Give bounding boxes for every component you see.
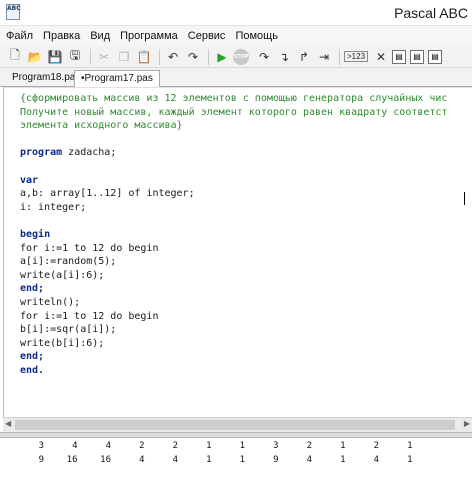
code-line: end. <box>20 365 45 376</box>
output-value: 16 <box>66 455 78 465</box>
save-all-icon[interactable]: 🖫 <box>66 48 84 66</box>
undo-icon[interactable]: ↶ <box>164 48 182 66</box>
step-out-icon[interactable]: ↱ <box>295 48 313 66</box>
toolbar-divider <box>90 48 91 65</box>
output-value: 4 <box>306 455 312 465</box>
output-value: 4 <box>105 441 111 451</box>
output-value: 2 <box>172 441 178 451</box>
menu-help[interactable]: Помощь <box>235 30 278 42</box>
output-value: 1 <box>407 441 413 451</box>
output-value: 1 <box>239 441 245 451</box>
redo-icon[interactable]: ↷ <box>184 48 202 66</box>
paste-icon[interactable]: 📋 <box>135 48 153 66</box>
output-value: 1 <box>340 455 346 465</box>
run-icon[interactable]: ▶ <box>213 48 231 66</box>
title-bar: ABC Pascal ABC <box>0 0 472 26</box>
menu-bar: Файл Правка Вид Программа Сервис Помощь <box>0 26 472 46</box>
code-line: for i:=1 to 12 do begin <box>20 242 159 254</box>
code-line: program zadacha; <box>20 147 117 159</box>
scroll-left-icon[interactable]: ◀ <box>5 419 11 428</box>
toolbar-divider <box>339 48 340 65</box>
clear-icon[interactable]: ✕ <box>372 48 390 66</box>
tab-program17[interactable]: •Program17.pas <box>74 70 160 87</box>
output-value: 9 <box>273 455 279 465</box>
step-over-icon[interactable]: ↷ <box>255 48 273 66</box>
menu-service[interactable]: Сервис <box>188 30 226 42</box>
option-icon[interactable]: ▤ <box>392 49 407 64</box>
output-value: 1 <box>340 441 346 451</box>
toolbar-divider <box>208 48 209 65</box>
new-file-icon[interactable]: 🗋 <box>6 48 24 66</box>
output-value: 4 <box>172 455 178 465</box>
code-line: {сформировать массив из 12 элементов с п… <box>20 93 448 104</box>
step-into-icon[interactable]: ↴ <box>275 48 293 66</box>
code-line: begin <box>20 229 51 240</box>
output-value: 4 <box>373 455 379 465</box>
output-value: 3 <box>38 441 44 451</box>
code-line: b[i]:=sqr(a[i]); <box>20 324 117 336</box>
code-line: var <box>20 174 39 186</box>
output-value: 4 <box>72 441 78 451</box>
code-line: a[i]:=random(5); <box>20 256 117 268</box>
stop-icon[interactable]: STOP <box>233 48 249 65</box>
code-editor[interactable]: {сформировать массив из 12 элементов с п… <box>3 87 472 417</box>
output-value: 4 <box>139 455 145 465</box>
scrollbar-thumb[interactable] <box>15 420 455 430</box>
app-logo-icon: ABC <box>6 4 21 20</box>
output-panel: 3 4 4 2 2 1 1 3 2 1 2 1 9 16 16 4 4 1 1 9 4 1 4 1 <box>0 438 472 480</box>
output-value: 1 <box>239 455 245 465</box>
toolbar: 🗋 📂 💾 🖫 ✂ ❐ 📋 ↶ ↷ ▶ STOP ↷ ↴ ↱ ⇥ >123 ✕ … <box>0 46 472 68</box>
save-icon[interactable]: 💾 <box>46 48 64 66</box>
output-value: 9 <box>38 455 44 465</box>
code-line: элемента исходного массива} <box>20 120 183 132</box>
text-cursor <box>464 192 465 205</box>
menu-file[interactable]: Файл <box>6 30 33 42</box>
menu-program[interactable]: Программа <box>120 30 178 42</box>
output-value: 1 <box>206 455 212 465</box>
output-value: 16 <box>100 455 111 465</box>
code-line: i: integer; <box>20 201 87 213</box>
menu-view[interactable]: Вид <box>90 30 110 42</box>
code-line: write(a[i]:6); <box>20 269 105 281</box>
output-value: 3 <box>273 441 279 451</box>
option-icon[interactable]: ▤ <box>428 49 443 64</box>
code-line: end; <box>20 283 45 295</box>
scroll-right-icon[interactable]: ▶ <box>464 419 470 428</box>
toolbar-divider <box>159 48 160 65</box>
window-title: Pascal ABC <box>394 5 468 21</box>
code-line: writeln(); <box>20 297 81 308</box>
output-value: 2 <box>306 441 312 451</box>
goto-cursor-icon[interactable]: ⇥ <box>315 48 333 66</box>
output-value: 1 <box>407 455 413 465</box>
copy-icon[interactable]: ❐ <box>115 48 133 66</box>
cut-icon[interactable]: ✂ <box>95 48 113 66</box>
code-line: write(b[i]:6); <box>20 337 105 349</box>
code-keyword: program <box>20 147 63 159</box>
horizontal-scrollbar[interactable]: ◀ ▶ <box>3 417 472 432</box>
output-value: 2 <box>373 441 379 451</box>
output-value: 2 <box>139 441 145 451</box>
open-folder-icon[interactable]: 📂 <box>26 48 44 66</box>
code-line: end; <box>20 351 45 363</box>
option-icon[interactable]: ▤ <box>410 49 425 64</box>
output-value: 1 <box>206 441 212 451</box>
menu-edit[interactable]: Правка <box>43 30 80 42</box>
file-tabs: Program18.pas •Program17.pas <box>0 68 472 87</box>
output-icon[interactable]: >123 <box>344 51 369 62</box>
code-line: for i:=1 to 12 do begin <box>20 310 159 322</box>
code-line: a,b: array[1..12] of integer; <box>20 188 195 200</box>
code-line: Получите новый массив, каждый элемент ко… <box>20 106 448 118</box>
